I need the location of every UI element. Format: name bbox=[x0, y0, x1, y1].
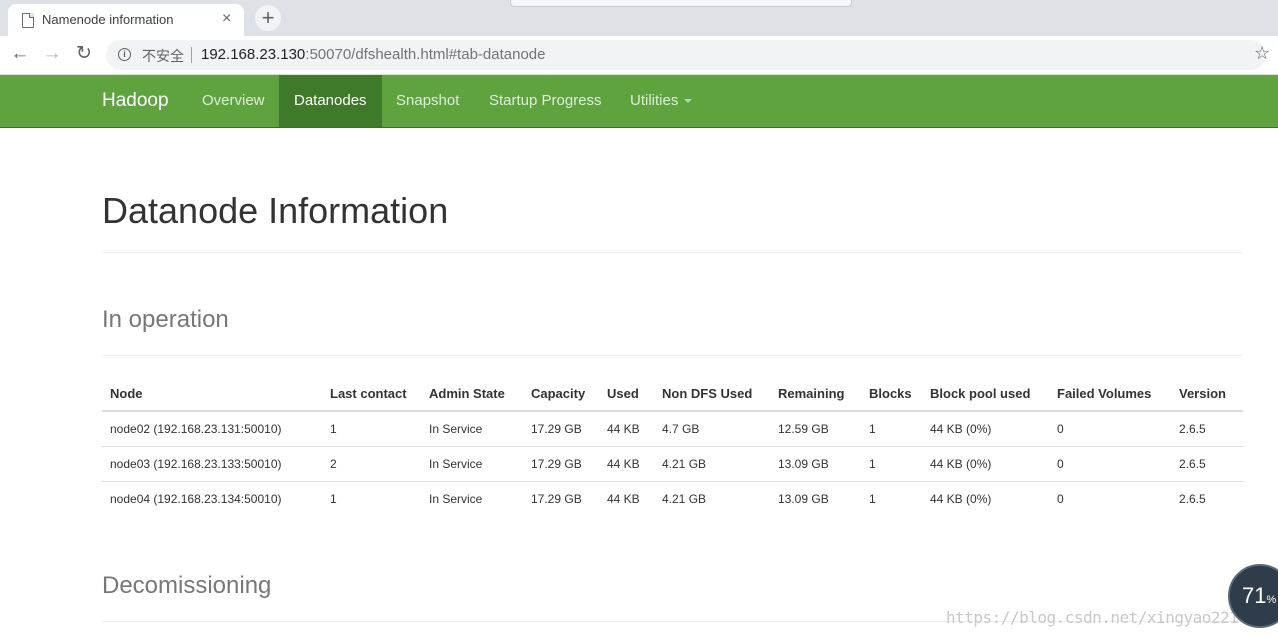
browser-tab-strip: Namenode information × + bbox=[0, 0, 1278, 36]
cell-used: 44 KB bbox=[599, 481, 654, 516]
url-host: 192.168.23.130 bbox=[201, 46, 306, 63]
back-arrow-icon[interactable]: ← bbox=[8, 42, 32, 66]
table-header-row: Node Last contact Admin State Capacity U… bbox=[102, 377, 1243, 412]
cell-blocks: 1 bbox=[861, 446, 922, 482]
cell-last-contact: 2 bbox=[322, 446, 421, 482]
hadoop-navbar: Hadoop Overview Datanodes Snapshot Start… bbox=[0, 75, 1278, 128]
cell-block-pool-used: 44 KB (0%) bbox=[922, 481, 1049, 516]
cell-version: 2.6.5 bbox=[1171, 481, 1243, 516]
page-title: Datanode Information bbox=[102, 190, 449, 231]
tab-title: Namenode information bbox=[42, 12, 174, 27]
nav-startup-progress[interactable]: Startup Progress bbox=[474, 75, 617, 127]
omnibox-divider bbox=[191, 47, 192, 63]
cell-used: 44 KB bbox=[599, 410, 654, 447]
cell-node: node04 (192.168.23.134:50010) bbox=[102, 481, 322, 516]
new-tab-button[interactable]: + bbox=[255, 5, 281, 31]
cell-block-pool-used: 44 KB (0%) bbox=[922, 446, 1049, 482]
url-path: :50070/dfshealth.html#tab-datanode bbox=[305, 46, 546, 63]
table-row: node03 (192.168.23.133:50010) 2 In Servi… bbox=[102, 446, 1243, 482]
divider bbox=[102, 252, 1243, 253]
cell-blocks: 1 bbox=[861, 481, 922, 516]
cell-last-contact: 1 bbox=[322, 410, 421, 447]
column-header: Remaining bbox=[770, 377, 861, 412]
cell-version: 2.6.5 bbox=[1171, 446, 1243, 482]
bookmark-star-icon[interactable]: ☆ bbox=[1254, 43, 1270, 64]
caret-down-icon bbox=[684, 99, 693, 104]
cell-version: 2.6.5 bbox=[1171, 410, 1243, 447]
cell-block-pool-used: 44 KB (0%) bbox=[922, 410, 1049, 447]
cell-failed-volumes: 0 bbox=[1049, 481, 1171, 516]
cell-node: node03 (192.168.23.133:50010) bbox=[102, 446, 322, 482]
nav-snapshot[interactable]: Snapshot bbox=[381, 75, 474, 127]
cell-remaining: 13.09 GB bbox=[770, 446, 861, 482]
divider bbox=[102, 355, 1243, 356]
column-header: Capacity bbox=[523, 377, 599, 412]
cell-non-dfs-used: 4.7 GB bbox=[654, 410, 770, 447]
section-in-operation: In operation bbox=[102, 306, 229, 333]
brand-logo[interactable]: Hadoop bbox=[102, 90, 169, 112]
cell-non-dfs-used: 4.21 GB bbox=[654, 446, 770, 482]
column-header: Last contact bbox=[322, 377, 421, 412]
cell-used: 44 KB bbox=[599, 446, 654, 482]
nav-utilities[interactable]: Utilities bbox=[615, 75, 707, 127]
column-header: Blocks bbox=[861, 377, 922, 412]
cell-remaining: 13.09 GB bbox=[770, 481, 861, 516]
section-decomissioning: Decomissioning bbox=[102, 572, 272, 599]
cell-blocks: 1 bbox=[861, 410, 922, 447]
cell-admin-state: In Service bbox=[421, 410, 523, 447]
table-row: node02 (192.168.23.131:50010) 1 In Servi… bbox=[102, 410, 1243, 447]
security-label[interactable]: 不安全 bbox=[142, 46, 184, 66]
perf-value: 71 bbox=[1242, 583, 1267, 608]
nav-overview[interactable]: Overview bbox=[187, 75, 280, 127]
column-header: Failed Volumes bbox=[1049, 377, 1171, 412]
cell-admin-state: In Service bbox=[421, 446, 523, 482]
cell-admin-state: In Service bbox=[421, 481, 523, 516]
column-header: Block pool used bbox=[922, 377, 1049, 412]
column-header: Used bbox=[599, 377, 654, 412]
cell-remaining: 12.59 GB bbox=[770, 410, 861, 447]
url-text[interactable]: 192.168.23.130:50070/dfshealth.html#tab-… bbox=[201, 46, 545, 63]
column-header: Non DFS Used bbox=[654, 377, 770, 412]
cell-non-dfs-used: 4.21 GB bbox=[654, 481, 770, 516]
column-header: Admin State bbox=[421, 377, 523, 412]
column-header: Version bbox=[1171, 377, 1243, 412]
nav-utilities-label: Utilities bbox=[630, 92, 679, 109]
table-row: node04 (192.168.23.134:50010) 1 In Servi… bbox=[102, 481, 1243, 516]
datanode-table: Node Last contact Admin State Capacity U… bbox=[102, 377, 1243, 516]
perf-unit: % bbox=[1266, 594, 1277, 606]
cell-capacity: 17.29 GB bbox=[523, 410, 599, 447]
cell-failed-volumes: 0 bbox=[1049, 446, 1171, 482]
reload-icon[interactable]: ↻ bbox=[72, 42, 96, 66]
cell-node: node02 (192.168.23.131:50010) bbox=[102, 410, 322, 447]
close-icon[interactable]: × bbox=[222, 10, 231, 28]
browser-tab[interactable]: Namenode information × bbox=[8, 4, 244, 36]
page-icon bbox=[22, 13, 34, 28]
column-header: Node bbox=[102, 377, 322, 412]
browser-toolbar: ← → ↻ i 不安全 192.168.23.130:50070/dfsheal… bbox=[0, 36, 1278, 75]
blurred-popup bbox=[510, 0, 852, 7]
watermark: https://blog.csdn.net/xingyao221 bbox=[946, 608, 1239, 627]
nav-datanodes[interactable]: Datanodes bbox=[279, 75, 382, 127]
cell-capacity: 17.29 GB bbox=[523, 446, 599, 482]
cell-last-contact: 1 bbox=[322, 481, 421, 516]
info-icon[interactable]: i bbox=[118, 48, 131, 61]
cell-capacity: 17.29 GB bbox=[523, 481, 599, 516]
cell-failed-volumes: 0 bbox=[1049, 410, 1171, 447]
address-bar[interactable]: i 不安全 192.168.23.130:50070/dfshealth.htm… bbox=[106, 40, 1270, 70]
forward-arrow-icon[interactable]: → bbox=[40, 42, 64, 66]
